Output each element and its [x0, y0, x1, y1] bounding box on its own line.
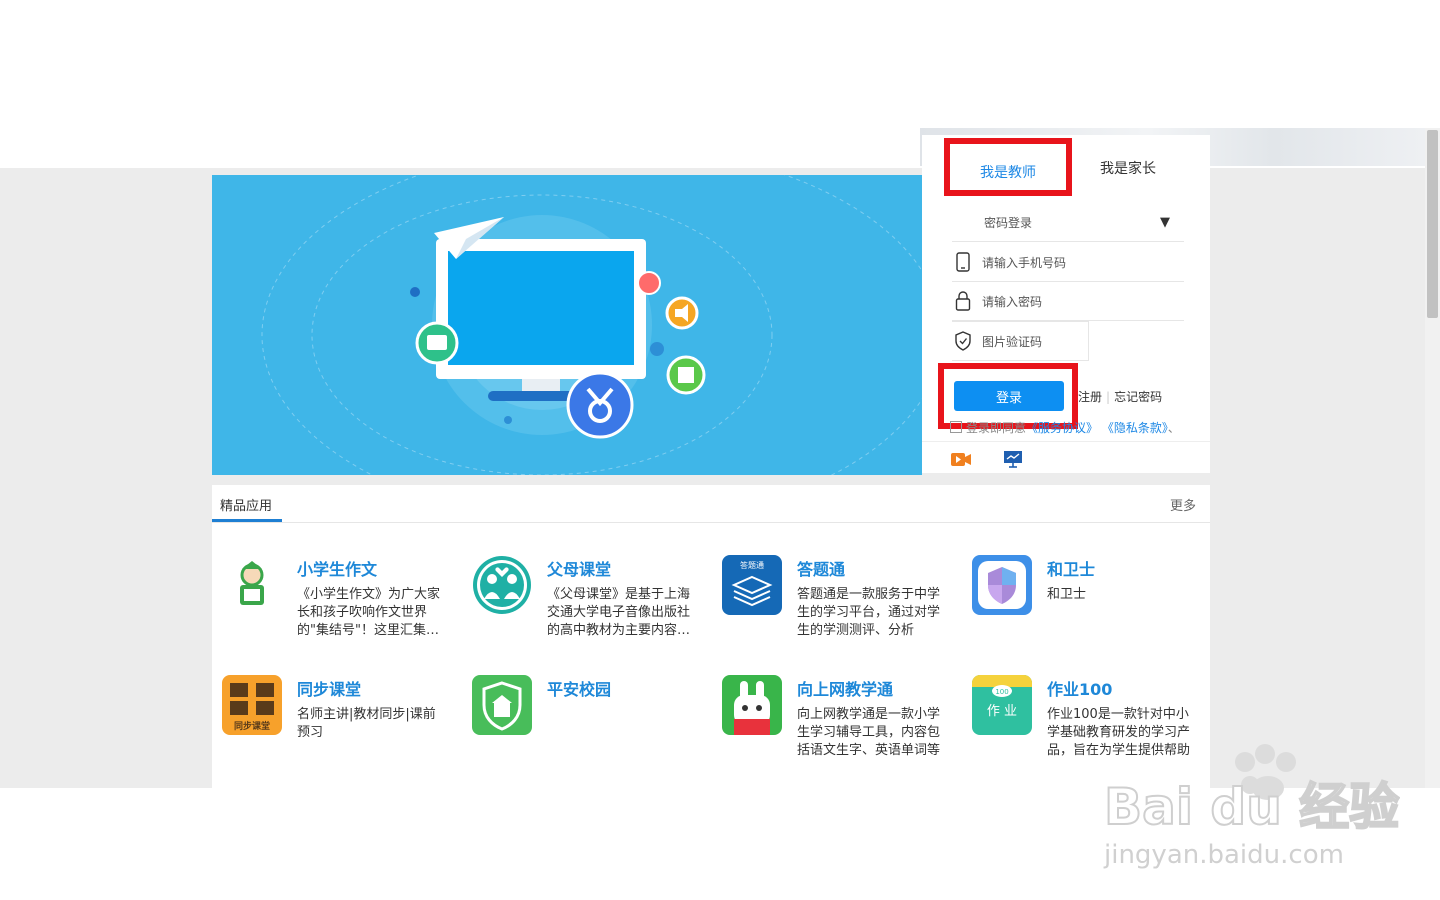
- login-button[interactable]: 登录: [954, 381, 1064, 411]
- video-icon[interactable]: [950, 450, 972, 468]
- app-card[interactable]: 答题通 答题通 答题通是一款服务于中学生的学习平台，通过对学生的学测测评、分析: [722, 555, 962, 655]
- shield-check-icon: [952, 330, 974, 352]
- register-link[interactable]: 注册: [1078, 390, 1102, 404]
- he-weishi-app-icon: [972, 555, 1032, 615]
- tab-parent[interactable]: 我是家长: [1084, 135, 1172, 197]
- lock-icon: [952, 290, 974, 312]
- app-name: 平安校园: [547, 680, 612, 699]
- agreement-checkbox[interactable]: [950, 421, 962, 433]
- app-name: 同步课堂: [297, 680, 362, 699]
- agreement-prefix: 登录即同意: [966, 421, 1027, 435]
- phone-placeholder: 请输入手机号码: [982, 255, 1067, 270]
- watermark-brand: Bai du 经验: [1104, 778, 1399, 836]
- scrollbar-thumb[interactable]: [1427, 130, 1438, 318]
- phone-input[interactable]: 请输入手机号码: [952, 243, 1184, 282]
- password-input[interactable]: 请输入密码: [952, 282, 1184, 321]
- app-description: 答题通是一款服务于中学生的学习平台，通过对学生的学测测评、分析: [797, 587, 941, 638]
- app-description: 名师主讲|教材同步|课前预习: [297, 707, 436, 740]
- app-name: 向上网教学通: [797, 680, 894, 699]
- hero-banner: [212, 175, 922, 475]
- app-name: 答题通: [797, 560, 846, 579]
- login-panel: 我是教师 我是家长 密码登录 ▼ 请输入手机号码 请输入密码 图片验证码 登录 …: [922, 135, 1210, 473]
- captcha-placeholder: 图片验证码: [982, 334, 1043, 349]
- app-card[interactable]: 父母课堂 《父母课堂》是基于上海交通大学电子音像出版社的高中教材为主要内容的产品: [472, 555, 712, 655]
- apps-header: 精品应用 更多: [212, 485, 1210, 523]
- app-card[interactable]: 和卫士 和卫士: [972, 555, 1212, 655]
- banner-illustration: [261, 175, 922, 475]
- link-separator: |: [1106, 390, 1111, 404]
- app-card[interactable]: 小学生作文 《小学生作文》为广大家长和孩子吹响作文世界的"集结号"！这里汇集了海…: [222, 555, 462, 655]
- app-name: 小学生作文: [297, 560, 378, 579]
- apps-title: 精品应用: [220, 499, 273, 514]
- parents-class-app-icon: [472, 555, 532, 615]
- app-description: 向上网教学通是一款小学生学习辅导工具，内容包括语文生字、英语单词等: [797, 707, 941, 758]
- app-name: 和卫士: [1047, 560, 1096, 579]
- login-mode-select[interactable]: 密码登录 ▼: [952, 203, 1184, 242]
- agreement-suffix: 、: [1167, 421, 1180, 435]
- password-placeholder: 请输入密码: [982, 294, 1043, 309]
- app-name: 父母课堂: [547, 560, 612, 579]
- presentation-icon[interactable]: [1002, 450, 1024, 468]
- safe-campus-app-icon: [472, 675, 532, 735]
- login-mode-label: 密码登录: [984, 215, 1033, 230]
- login-links: 注册 | 忘记密码: [1078, 388, 1162, 405]
- app-description: 《小学生作文》为广大家长和孩子吹响作文世界的"集结号"！这里汇集了海量优秀作文: [297, 587, 441, 638]
- tongbu-icon-label: 同步课堂: [234, 720, 270, 732]
- dati-tong-icon-label: 答题通: [740, 560, 764, 570]
- app-name: 作业100: [1047, 680, 1113, 699]
- zuoye-icon-badge: 100: [995, 688, 1008, 696]
- captcha-input[interactable]: 图片验证码: [952, 321, 1089, 361]
- composition-app-icon: [222, 555, 282, 615]
- zuoye-icon-label: 作 业: [987, 704, 1017, 719]
- watermark-url: jingyan.baidu.com: [1104, 840, 1344, 870]
- app-card[interactable]: 向上网教学通 向上网教学通是一款小学生学习辅导工具，内容包括语文生字、英语单词等: [722, 675, 962, 775]
- xiangshang-app-icon: [722, 675, 782, 735]
- app-card[interactable]: 平安校园: [472, 675, 712, 775]
- forgot-password-link[interactable]: 忘记密码: [1114, 390, 1162, 404]
- featured-apps-section: 精品应用 更多 小学生作文 《小学生作文》为广大家长和孩子吹响作文世界的"集结号…: [212, 485, 1210, 788]
- app-description: 和卫士: [1047, 587, 1087, 602]
- agreement-row: 登录即同意《服务协议》 《隐私条款》、: [950, 419, 1180, 436]
- dati-tong-app-icon: 答题通: [722, 555, 782, 615]
- app-card[interactable]: 同步课堂 同步课堂 名师主讲|教材同步|课前预习: [222, 675, 462, 775]
- app-description: 《父母课堂》是基于上海交通大学电子音像出版社的高中教材为主要内容的产品: [547, 587, 691, 638]
- tongbu-class-app-icon: 同步课堂: [222, 675, 282, 735]
- phone-icon: [952, 251, 974, 273]
- quick-entry-bar: [922, 441, 1210, 474]
- service-terms-link[interactable]: 《服务协议》: [1026, 421, 1098, 435]
- tab-teacher[interactable]: 我是教师: [944, 138, 1072, 196]
- dropdown-arrow-icon: ▼: [1160, 215, 1170, 230]
- apps-title-underline: [212, 519, 282, 522]
- privacy-terms-link[interactable]: 《隐私条款》: [1102, 421, 1168, 435]
- zuoye100-app-icon: 100 作 业: [972, 675, 1032, 735]
- apps-more-link[interactable]: 更多: [1170, 495, 1196, 514]
